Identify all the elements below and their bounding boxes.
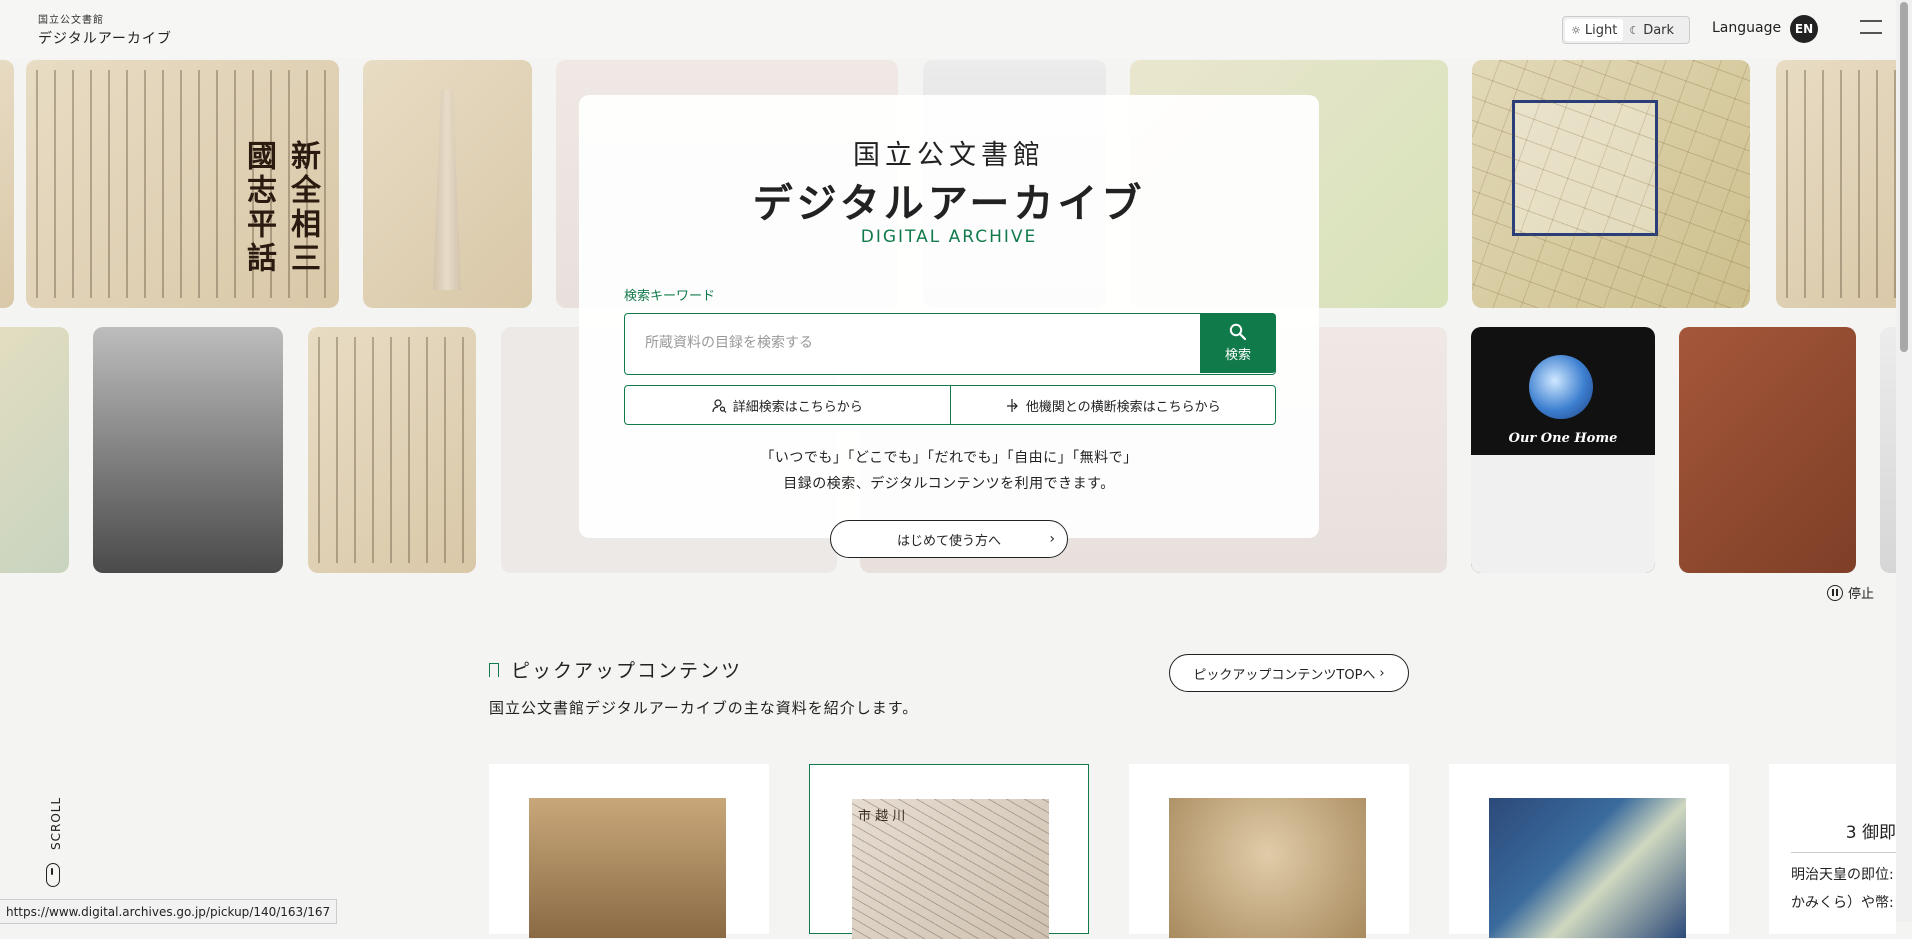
search-icon — [1229, 323, 1247, 341]
hero-search-card: 国立公文書館 デジタルアーカイブ DIGITAL ARCHIVE 検索キーワード… — [579, 95, 1319, 558]
theme-toggle: ☼ Light ☾ Dark — [1562, 16, 1690, 44]
person-search-icon — [712, 398, 727, 413]
gallery-tile-book[interactable]: 新全相三國志平話 — [26, 60, 339, 308]
hamburger-menu-icon[interactable] — [1860, 20, 1882, 36]
theme-dark-label: Dark — [1643, 22, 1675, 38]
cross-search-label: 他機関との横断検索はこちらから — [1025, 399, 1221, 415]
hero-description-line1: 「いつでも」「どこでも」「だれでも」「自由に」「無料で」 — [760, 450, 1138, 466]
logo-small-text: 国立公文書館 — [38, 15, 104, 26]
language-label: Language — [1712, 20, 1782, 36]
pickup-card-1-image — [529, 798, 726, 938]
search-label: 検索キーワード — [624, 289, 716, 304]
pickup-card-2-label: 市 越 川 — [858, 809, 906, 824]
sun-icon: ☼ — [1571, 23, 1581, 37]
hero-subtitle: DIGITAL ARCHIVE — [860, 227, 1038, 247]
pickup-title-text: ピックアップコンテンツ — [511, 660, 743, 682]
logo-main-text: デジタルアーカイブ — [38, 31, 172, 47]
search-box: 検索 — [624, 313, 1276, 375]
pickup-card-4-image — [1489, 798, 1686, 938]
page-scrollbar[interactable] — [1896, 0, 1912, 922]
language-switch-button[interactable]: EN — [1790, 15, 1818, 43]
globe-image — [1529, 355, 1593, 419]
gallery-tile-our-one-home[interactable]: Our One Home — [1471, 327, 1655, 573]
site-header: 国立公文書館 デジタルアーカイブ ☼ Light ☾ Dark Language… — [0, 0, 1896, 58]
gallery-tile-castle-plan[interactable] — [1472, 60, 1750, 308]
signatures-area — [1471, 455, 1655, 573]
pickup-card-5-line2: かみくら）や幣: — [1791, 895, 1894, 911]
chevron-right-icon: › — [1379, 665, 1385, 681]
pickup-card-5-number: 3 御即 — [1845, 823, 1896, 843]
gallery-tile-edge-right — [1880, 327, 1896, 573]
castle-plan-drawing — [1512, 100, 1658, 236]
advanced-search-link[interactable]: 詳細検索はこちらから — [625, 386, 950, 424]
hero-title-line1: 国立公文書館 — [853, 140, 1045, 171]
gallery-tile-coast-map[interactable] — [0, 327, 69, 573]
pickup-card-2-image: 市 越 川 — [852, 799, 1049, 939]
pickup-top-label: ピックアップコンテンツTOPへ — [1193, 667, 1376, 683]
pause-label: 停止 — [1848, 587, 1875, 602]
cross-search-icon — [1006, 398, 1018, 412]
status-bar-url: https://www.digital.archives.go.jp/picku… — [0, 899, 338, 924]
advanced-search-label: 詳細検索はこちらから — [732, 399, 863, 415]
book-title-text: 新全相三國志平話 — [241, 140, 320, 276]
search-button[interactable]: 検索 — [1200, 313, 1276, 373]
gallery-tile-classified-docs[interactable] — [1679, 327, 1856, 573]
pickup-card-5[interactable]: 3 御即 明治天皇の即位: かみくら）や幣: — [1769, 764, 1896, 934]
lighthouse-drawing — [433, 90, 461, 290]
scrollbar-thumb[interactable] — [1900, 2, 1908, 352]
hero-title-line2: デジタルアーカイブ — [752, 181, 1146, 227]
pickup-top-button[interactable]: ピックアップコンテンツTOPへ › — [1169, 654, 1409, 692]
bookmark-icon — [488, 662, 499, 682]
moon-icon: ☾ — [1629, 23, 1640, 37]
gallery-tile-castle-photo[interactable] — [93, 327, 283, 573]
scroll-label: SCROLL — [49, 796, 63, 850]
theme-light-button[interactable]: ☼ Light — [1565, 19, 1624, 41]
pickup-card-5-line1: 明治天皇の即位: — [1791, 867, 1894, 883]
mouse-scroll-icon — [46, 863, 60, 887]
pickup-description: 国立公文書館デジタルアーカイブの主な資料を紹介します。 — [489, 699, 919, 717]
gallery-tile-lighthouse[interactable] — [363, 60, 532, 308]
beginner-guide-button[interactable]: はじめて使う方へ › — [830, 520, 1068, 558]
pause-icon — [1827, 584, 1843, 601]
pickup-section-title: ピックアップコンテンツ — [488, 656, 743, 683]
pickup-card-1[interactable] — [489, 764, 769, 938]
search-input[interactable] — [625, 314, 1195, 372]
gallery-tile-constitution[interactable] — [1776, 60, 1896, 308]
chevron-right-icon: › — [1049, 531, 1055, 547]
our-one-home-caption: Our One Home — [1508, 431, 1618, 446]
pickup-card-4[interactable] — [1449, 764, 1729, 938]
hero-description: 「いつでも」「どこでも」「だれでも」「自由に」「無料で」 目録の検索、デジタルコ… — [579, 445, 1319, 497]
pickup-card-3[interactable] — [1129, 764, 1409, 938]
hero-description-line2: 目録の検索、デジタルコンテンツを利用できます。 — [783, 476, 1115, 492]
site-logo[interactable]: 国立公文書館 デジタルアーカイブ — [38, 11, 172, 48]
gallery-tile-law-text[interactable] — [308, 327, 476, 573]
pickup-card-5-divider — [1791, 852, 1896, 853]
search-button-label: 検索 — [1224, 348, 1251, 363]
sub-search-links: 詳細検索はこちらから 他機関との横断検索はこちらから — [624, 385, 1276, 425]
beginner-guide-label: はじめて使う方へ — [896, 533, 1001, 549]
theme-dark-button[interactable]: ☾ Dark — [1623, 19, 1680, 41]
pickup-card-3-image — [1169, 798, 1366, 938]
theme-light-label: Light — [1584, 22, 1618, 38]
gallery-tile-edge-left — [0, 60, 14, 308]
cross-search-link[interactable]: 他機関との横断検索はこちらから — [949, 386, 1276, 424]
gallery-pause-button[interactable]: 停止 — [1827, 583, 1874, 602]
pickup-card-2[interactable]: 市 越 川 — [809, 764, 1089, 939]
